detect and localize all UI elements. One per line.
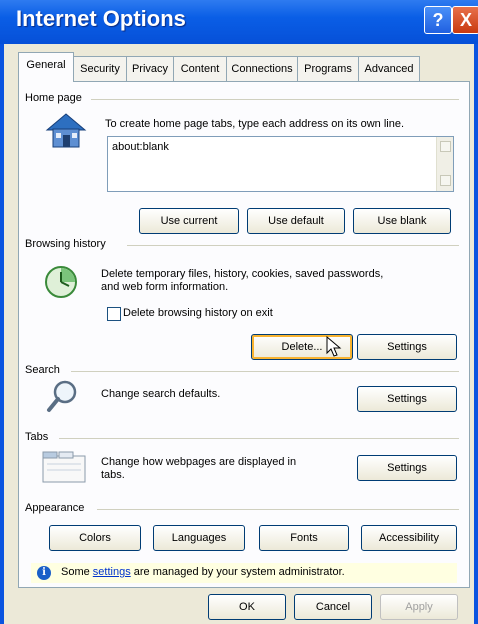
ok-button[interactable]: OK [208,594,286,620]
fonts-button[interactable]: Fonts [259,525,349,551]
search-settings-button[interactable]: Settings [357,386,457,412]
accessibility-button[interactable]: Accessibility [361,525,457,551]
scroll-down-arrow-icon[interactable] [440,175,451,186]
close-button[interactable]: X [452,6,478,34]
browsing-history-label: Browsing history [25,238,106,250]
appearance-divider [97,509,459,510]
tabs-divider [59,438,459,439]
browsing-history-icon [41,262,81,302]
languages-button[interactable]: Languages [153,525,245,551]
home-page-divider [91,99,459,100]
mouse-pointer-icon [326,335,342,362]
tab-content[interactable]: Content [173,56,227,81]
tab-programs[interactable]: Programs [297,56,359,81]
admin-info-suffix: are managed by your system administrator… [130,566,345,578]
use-current-button[interactable]: Use current [139,208,239,234]
tabs-description-line2: tabs. [101,469,125,481]
delete-history-on-exit-checkbox[interactable] [107,307,121,321]
tabs-label: Tabs [25,431,49,443]
home-page-description: To create home page tabs, type each addr… [105,118,405,130]
admin-info-text: Some settings are managed by your system… [61,566,345,578]
home-page-label: Home page [25,92,82,104]
home-icon [41,110,91,150]
delete-history-on-exit-label[interactable]: Delete browsing history on exit [123,307,273,320]
window-title: Internet Options [16,6,186,31]
tabs-icon [41,450,87,484]
tab-connections[interactable]: Connections [226,56,298,81]
use-blank-button[interactable]: Use blank [353,208,451,234]
browsing-history-description-line2: and web form information. [101,281,229,293]
search-description: Change search defaults. [101,388,221,400]
cancel-button[interactable]: Cancel [294,594,372,620]
help-button[interactable]: ? [424,6,452,34]
home-page-address-value: about:blank [112,141,169,153]
browsing-history-description-line1: Delete temporary files, history, cookies… [101,268,384,280]
general-tab-panel: Home page To create home page tabs, type… [18,81,470,588]
tab-general[interactable]: General [18,52,74,82]
title-bar[interactable]: Internet Options ? X [0,0,478,44]
search-label: Search [25,364,60,376]
tab-privacy[interactable]: Privacy [126,56,174,81]
use-default-button[interactable]: Use default [247,208,345,234]
tab-security[interactable]: Security [73,56,127,81]
browsing-history-divider [127,245,459,246]
settings-link[interactable]: settings [93,566,131,578]
magnifier-icon [45,378,81,414]
appearance-label: Appearance [25,502,85,514]
internet-options-window: Internet Options ? X General Security Pr… [0,0,478,624]
info-icon: i [37,566,51,580]
tabs-settings-button[interactable]: Settings [357,455,457,481]
home-page-scrollbar[interactable] [436,137,453,191]
browsing-history-settings-button[interactable]: Settings [357,334,457,360]
apply-button[interactable]: Apply [380,594,458,620]
admin-info-prefix: Some [61,566,93,578]
scroll-up-arrow-icon[interactable] [440,141,451,152]
tab-advanced[interactable]: Advanced [358,56,420,81]
search-divider [71,371,459,372]
tabs-description-line1: Change how webpages are displayed in [101,456,297,468]
home-page-address-input[interactable]: about:blank [107,136,454,192]
admin-info-bar: i Some settings are managed by your syst… [31,563,457,583]
colors-button[interactable]: Colors [49,525,141,551]
